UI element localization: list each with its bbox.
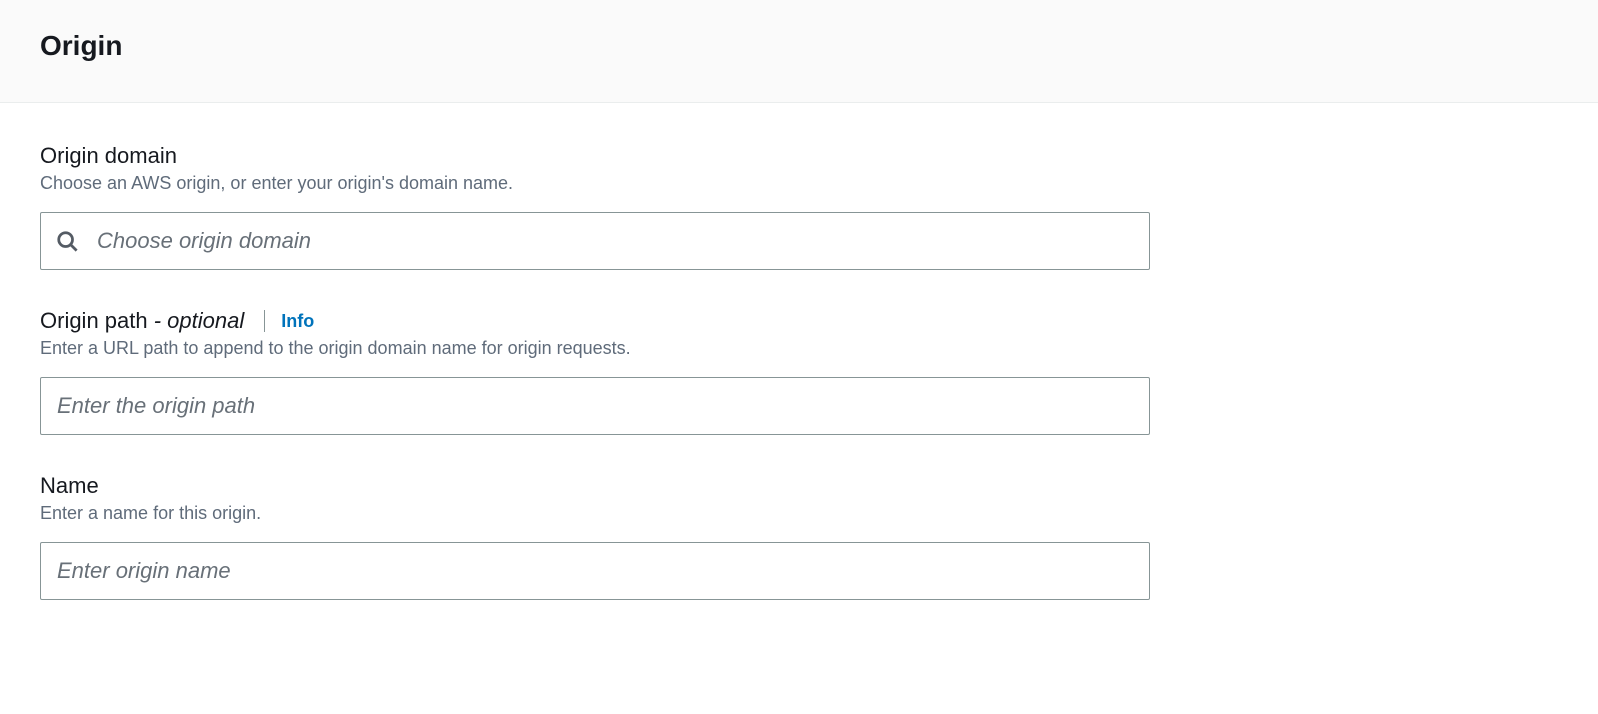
origin-path-description: Enter a URL path to append to the origin… (40, 338, 1150, 359)
origin-path-input-wrap (40, 377, 1150, 435)
info-link[interactable]: Info (281, 311, 314, 332)
origin-name-description: Enter a name for this origin. (40, 503, 1150, 524)
field-origin-name: Name Enter a name for this origin. (40, 473, 1150, 600)
field-label-row: Name (40, 473, 1150, 499)
origin-path-input[interactable] (40, 377, 1150, 435)
origin-name-label: Name (40, 473, 99, 499)
field-origin-domain: Origin domain Choose an AWS origin, or e… (40, 143, 1150, 270)
field-origin-path: Origin path - optional Info Enter a URL … (40, 308, 1150, 435)
origin-domain-input-wrap (40, 212, 1150, 270)
origin-domain-description: Choose an AWS origin, or enter your orig… (40, 173, 1150, 194)
origin-domain-label: Origin domain (40, 143, 177, 169)
origin-domain-input[interactable] (40, 212, 1150, 270)
field-label-row: Origin domain (40, 143, 1150, 169)
origin-path-label-text: Origin path (40, 308, 148, 333)
origin-path-label: Origin path - optional (40, 308, 244, 334)
field-label-row: Origin path - optional Info (40, 308, 1150, 334)
optional-tag: - optional (148, 308, 245, 333)
label-divider (264, 310, 265, 332)
origin-name-input[interactable] (40, 542, 1150, 600)
page-title: Origin (40, 30, 1558, 62)
form-area: Origin domain Choose an AWS origin, or e… (0, 103, 1200, 678)
origin-name-input-wrap (40, 542, 1150, 600)
panel-header: Origin (0, 0, 1598, 103)
